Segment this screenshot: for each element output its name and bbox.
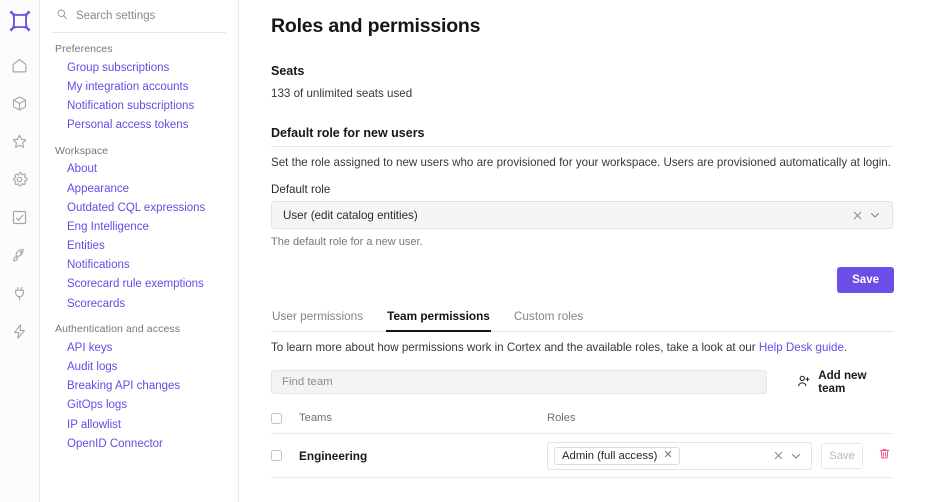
default-role-heading: Default role for new users: [271, 126, 894, 147]
select-all-checkbox[interactable]: [271, 412, 282, 424]
row-select-cell: [271, 450, 299, 461]
roles-cell: Admin (full access) ✕ Save: [547, 441, 893, 470]
trash-icon: [878, 447, 891, 465]
sidebar-item-appearance[interactable]: Appearance: [52, 179, 226, 198]
row-save-button[interactable]: Save: [821, 442, 863, 469]
default-role-helper: The default role for a new user.: [271, 236, 423, 248]
search-input[interactable]: [76, 10, 226, 22]
sidebar-group-label: Authentication and access: [55, 323, 181, 336]
select-all-cell: [271, 412, 299, 424]
default-role-save-row: Save: [271, 267, 894, 293]
clear-icon[interactable]: [848, 210, 866, 221]
sidebar-item-audit-logs[interactable]: Audit logs: [52, 357, 226, 376]
sidebar-item-notification-subscriptions[interactable]: Notification subscriptions: [52, 96, 226, 115]
role-chip: Admin (full access) ✕: [554, 446, 680, 465]
page-title: Roles and permissions: [271, 15, 481, 37]
cortex-logo[interactable]: [5, 6, 35, 36]
find-team-row: Add new team: [271, 369, 894, 395]
sidebar-item-scorecard-rule-exemptions[interactable]: Scorecard rule exemptions: [52, 275, 226, 294]
help-desk-guide-link[interactable]: Help Desk guide: [759, 341, 844, 354]
roles-multi-select[interactable]: Admin (full access) ✕: [547, 441, 812, 470]
delete-row-button[interactable]: [875, 445, 893, 467]
sidebar-item-ip-allowlist[interactable]: IP allowlist: [52, 415, 226, 434]
default-role-description: Set the role assigned to new users who a…: [271, 156, 891, 169]
sidebar-item-entities[interactable]: Entities: [52, 237, 226, 256]
rail-item-initiatives[interactable]: [5, 240, 35, 270]
chevron-down-icon[interactable]: [866, 209, 884, 221]
row-checkbox[interactable]: [271, 450, 282, 461]
default-role-select[interactable]: User (edit catalog entities): [271, 201, 893, 229]
tab-custom-roles[interactable]: Custom roles: [513, 309, 585, 332]
seats-usage: 133 of unlimited seats used: [271, 87, 413, 100]
default-role-selected-value: User (edit catalog entities): [283, 208, 418, 222]
search-icon: [56, 7, 68, 25]
save-default-role-button[interactable]: Save: [837, 267, 894, 293]
search-settings-row[interactable]: [52, 0, 226, 33]
rail-item-catalog[interactable]: [5, 88, 35, 118]
help-text-suffix: .: [843, 341, 848, 354]
sidebar-item-breaking-api-changes[interactable]: Breaking API changes: [52, 377, 226, 396]
rail-item-workflows[interactable]: [5, 316, 35, 346]
sidebar-item-scorecards[interactable]: Scorecards: [52, 294, 226, 313]
rail-item-favorites[interactable]: [5, 126, 35, 156]
settings-sidebar: Preferences Group subscriptionsMy integra…: [40, 0, 239, 502]
team-name: Engineering: [299, 448, 368, 463]
seats-heading: Seats: [271, 64, 305, 78]
sidebar-item-about[interactable]: About: [52, 160, 226, 179]
column-header-roles: Roles: [547, 412, 576, 424]
add-new-team-button[interactable]: Add new team: [797, 369, 894, 395]
sidebar-item-openid-connector[interactable]: OpenID Connector: [52, 434, 226, 453]
teams-table: Teams Roles Engineering Admin (full acce…: [271, 412, 893, 478]
sidebar-group-label: Preferences: [55, 43, 113, 55]
rail-item-settings[interactable]: [5, 164, 35, 194]
sidebar-item-group-subscriptions[interactable]: Group subscriptions: [52, 58, 226, 77]
sidebar-item-api-keys[interactable]: API keys: [52, 338, 226, 357]
sidebar-item-personal-access-tokens[interactable]: Personal access tokens: [52, 116, 226, 135]
add-new-team-label: Add new team: [818, 369, 867, 395]
rail-item-scorecards[interactable]: [5, 202, 35, 232]
sidebar-item-notifications[interactable]: Notifications: [52, 256, 226, 275]
help-text: To learn more about how permissions work…: [271, 341, 894, 354]
table-row: Engineering Admin (full access) ✕ Save: [271, 434, 893, 478]
default-role-label: Default role: [271, 183, 331, 196]
sidebar-item-eng-intelligence[interactable]: Eng Intelligence: [52, 217, 226, 236]
icon-rail: [0, 0, 40, 502]
sidebar-item-gitops-logs[interactable]: GitOps logs: [52, 396, 226, 415]
table-header-row: Teams Roles: [271, 412, 893, 434]
roles-chevron-down-icon[interactable]: [787, 450, 805, 462]
main-content: Roles and permissions Seats 133 of unlim…: [239, 0, 932, 502]
sidebar-item-my-integration-accounts[interactable]: My integration accounts: [52, 77, 226, 96]
rail-item-home[interactable]: [5, 50, 35, 80]
role-chip-label: Admin (full access): [562, 449, 658, 462]
sidebar-item-outdated-cql-expressions[interactable]: Outdated CQL expressions: [52, 198, 226, 217]
tab-team-permissions[interactable]: Team permissions: [386, 309, 491, 332]
sidebar-nav: Preferences Group subscriptions My integra…: [52, 33, 226, 453]
tab-user-permissions[interactable]: User permissions: [271, 309, 364, 332]
roles-clear-icon[interactable]: [769, 450, 787, 461]
app-root: Preferences Group subscriptionsMy integra…: [0, 0, 932, 502]
help-text-prefix: To learn more about how permissions work…: [271, 341, 759, 354]
rail-item-integrations[interactable]: [5, 278, 35, 308]
column-header-teams: Teams: [299, 412, 332, 424]
permissions-tabs: User permissions Team permissions Custom r…: [271, 309, 894, 332]
sidebar-group-label: Workspace: [55, 144, 109, 157]
user-plus-icon: [797, 374, 811, 391]
role-chip-remove-icon[interactable]: ✕: [663, 450, 672, 461]
find-team-input[interactable]: [271, 370, 768, 394]
